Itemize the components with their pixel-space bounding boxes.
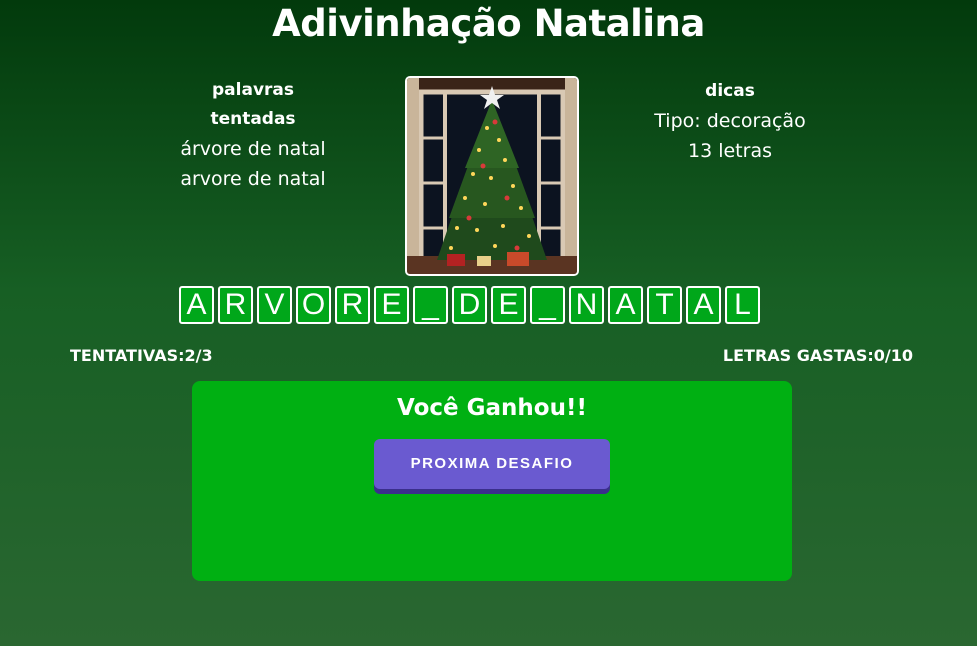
win-message: Você Ganhou!!	[397, 395, 587, 421]
next-challenge-button[interactable]: PROXIMA DESAFIO	[374, 439, 610, 489]
word-tiles: A R V O R E _ D E _ N A T A L	[179, 286, 760, 324]
attempted-words-panel: palavras tentadas árvore de natal arvore…	[153, 76, 353, 194]
letter-tile: D	[452, 286, 487, 324]
letter-tile: E	[491, 286, 526, 324]
letter-tile: L	[725, 286, 760, 324]
attempts-counter: TENTATIVAS:2/3	[70, 346, 213, 365]
letter-tile: N	[569, 286, 604, 324]
letter-tile: E	[374, 286, 409, 324]
hint-type: Tipo: decoração	[654, 110, 806, 132]
letter-tile: _	[413, 286, 448, 324]
attempted-words-heading: palavras tentadas	[210, 80, 296, 129]
letter-tile: V	[257, 286, 292, 324]
letters-used-counter: LETRAS GASTAS:0/10	[722, 346, 913, 365]
letter-tile: A	[179, 286, 214, 324]
letter-tile: A	[686, 286, 721, 324]
letter-tile: O	[296, 286, 331, 324]
hint-length: 13 letras	[688, 140, 772, 162]
attempted-word: arvore de natal	[180, 168, 326, 190]
result-panel: Você Ganhou!! PROXIMA DESAFIO	[192, 381, 792, 581]
letter-tile: A	[608, 286, 643, 324]
page-title: Adivinhação Natalina	[272, 2, 705, 45]
letter-tile: R	[218, 286, 253, 324]
hints-panel: dicas Tipo: decoração 13 letras	[630, 76, 830, 166]
letter-tile: R	[335, 286, 370, 324]
hints-heading: dicas	[705, 81, 755, 101]
attempted-word: árvore de natal	[180, 138, 326, 160]
letter-tile: T	[647, 286, 682, 324]
christmas-tree-image	[405, 76, 579, 276]
letter-tile: _	[530, 286, 565, 324]
